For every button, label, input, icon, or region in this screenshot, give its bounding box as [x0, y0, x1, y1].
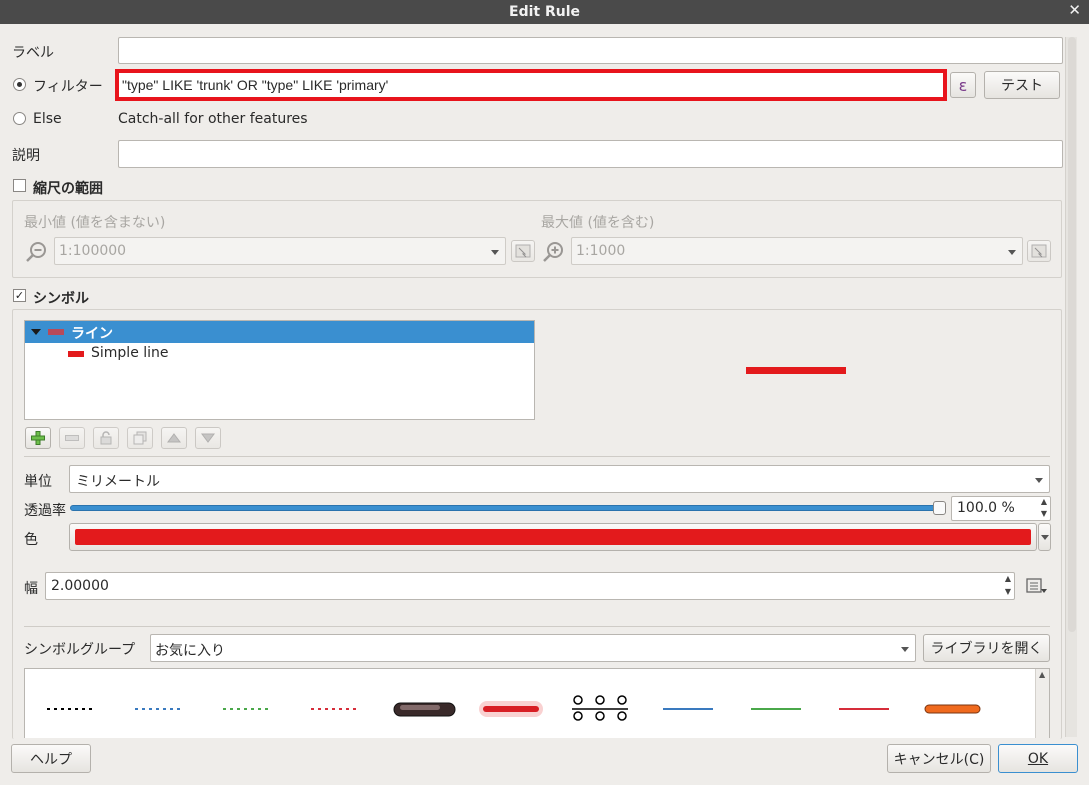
width-label: 幅 [24, 581, 38, 597]
divider [24, 626, 1050, 627]
spin-down-icon[interactable]: ▼ [1005, 587, 1011, 596]
arrow-down-icon [201, 433, 215, 443]
lock-icon [100, 431, 112, 445]
symbol-label: シンボル [33, 291, 89, 307]
line-symbol-swatch-icon [48, 329, 64, 335]
filter-label: フィルター [33, 79, 103, 95]
spin-down-icon[interactable]: ▼ [1041, 509, 1047, 518]
open-library-button[interactable]: ライブラリを開く [923, 634, 1050, 662]
symbol-dark-pill-highlight [400, 705, 440, 710]
symbol-preview [746, 367, 846, 374]
duplicate-layer-button[interactable] [127, 427, 153, 449]
simple-line-swatch-icon [68, 351, 84, 357]
expand-arrow-icon[interactable] [31, 329, 41, 335]
color-button[interactable] [69, 523, 1037, 551]
symbol-layer-tree[interactable]: ライン Simple line [24, 320, 535, 420]
spin-up-icon[interactable]: ▲ [1041, 497, 1047, 506]
chevron-down-icon [901, 647, 909, 652]
move-down-button[interactable] [195, 427, 221, 449]
symbol-bead [595, 695, 605, 705]
description-input[interactable] [118, 140, 1063, 168]
chevron-down-icon [1035, 478, 1043, 483]
max-scale-current-button[interactable] [1027, 240, 1051, 262]
symbol-orange-pill [924, 704, 981, 714]
cancel-button[interactable]: キャンセル(C) [887, 744, 991, 773]
tree-item-label: ライン [71, 326, 113, 342]
window-title: Edit Rule [509, 4, 580, 20]
map-canvas-icon [1031, 244, 1047, 258]
unit-combo[interactable]: ミリメートル [69, 465, 1050, 493]
filter-expression-text: "type" LIKE 'trunk' OR "type" LIKE 'prim… [122, 77, 389, 93]
filter-radio[interactable] [13, 78, 26, 91]
symbol-bead [617, 695, 627, 705]
color-menu-button[interactable] [1038, 523, 1051, 551]
data-defined-override-icon[interactable] [1025, 576, 1049, 598]
move-up-button[interactable] [161, 427, 187, 449]
else-radio[interactable] [13, 112, 26, 125]
epsilon-icon: ε [958, 75, 968, 95]
title-bar: Edit Rule [0, 0, 1089, 24]
remove-layer-button[interactable] [59, 427, 85, 449]
chevron-down-icon [491, 250, 499, 255]
scrollbar-thumb[interactable] [1068, 37, 1076, 632]
scale-range-checkbox[interactable] [13, 179, 26, 192]
min-scale-current-button[interactable] [511, 240, 535, 262]
else-label: Else [33, 111, 62, 127]
tree-item-label: Simple line [91, 345, 169, 361]
opacity-slider-track[interactable] [70, 505, 945, 511]
scroll-up-icon[interactable]: ▲ [1039, 670, 1045, 679]
symbol-library-list[interactable]: ▲ [24, 668, 1050, 738]
library-scrollbar[interactable]: ▲ [1035, 669, 1049, 738]
label-input[interactable] [118, 37, 1063, 64]
plus-icon [31, 431, 45, 445]
tree-item-simple-line[interactable]: Simple line [25, 343, 534, 365]
else-description: Catch-all for other features [118, 111, 308, 127]
symbol-group-combo[interactable]: お気に入り [150, 634, 916, 662]
symbol-bead [595, 711, 605, 721]
max-scale-label: 最大値 (値を含む) [541, 215, 655, 231]
zoom-out-icon [25, 240, 49, 264]
symbol-group-label: シンボルグループ [24, 642, 136, 658]
color-label: 色 [24, 532, 38, 548]
add-layer-button[interactable] [25, 427, 51, 449]
symbol-bead [573, 711, 583, 721]
scale-range-label: 縮尺の範囲 [33, 181, 103, 197]
min-scale-combo[interactable]: 1:100000 [54, 237, 506, 265]
tree-item-line[interactable]: ライン [25, 321, 534, 343]
symbol-bead [617, 711, 627, 721]
map-canvas-icon [515, 244, 531, 258]
vertical-scrollbar[interactable] [1065, 37, 1077, 737]
help-button[interactable]: ヘルプ [11, 744, 91, 773]
symbol-checkbox[interactable]: ✓ [13, 289, 26, 302]
symbol-bead [573, 695, 583, 705]
ok-button[interactable]: OK [998, 744, 1078, 773]
close-icon[interactable]: ✕ [1068, 1, 1081, 19]
min-scale-label: 最小値 (値を含まない) [24, 215, 166, 231]
width-spinbox[interactable]: 2.00000 ▲ ▼ [45, 572, 1015, 600]
chevron-down-icon [1040, 534, 1049, 540]
max-scale-combo[interactable]: 1:1000 [571, 237, 1023, 265]
description-label: 説明 [12, 148, 40, 164]
opacity-label: 透過率 [24, 503, 66, 519]
color-swatch [75, 529, 1031, 545]
symbol-glow-red [483, 706, 539, 712]
divider [24, 456, 1050, 457]
expression-builder-button[interactable]: ε [950, 72, 976, 98]
zoom-in-icon [542, 240, 566, 264]
unit-label: 単位 [24, 474, 52, 490]
test-button[interactable]: テスト [984, 71, 1060, 99]
opacity-slider-handle[interactable] [933, 501, 946, 515]
filter-expression-input[interactable]: "type" LIKE 'trunk' OR "type" LIKE 'prim… [115, 69, 947, 101]
spin-up-icon[interactable]: ▲ [1005, 574, 1011, 583]
chevron-down-icon [1008, 250, 1016, 255]
minus-icon [65, 435, 79, 441]
opacity-spinbox[interactable]: 100.0 % ▲ ▼ [951, 496, 1051, 521]
arrow-up-icon [167, 433, 181, 443]
duplicate-icon [133, 431, 147, 445]
lock-layer-button[interactable] [93, 427, 119, 449]
label-field-label: ラベル [12, 45, 54, 61]
